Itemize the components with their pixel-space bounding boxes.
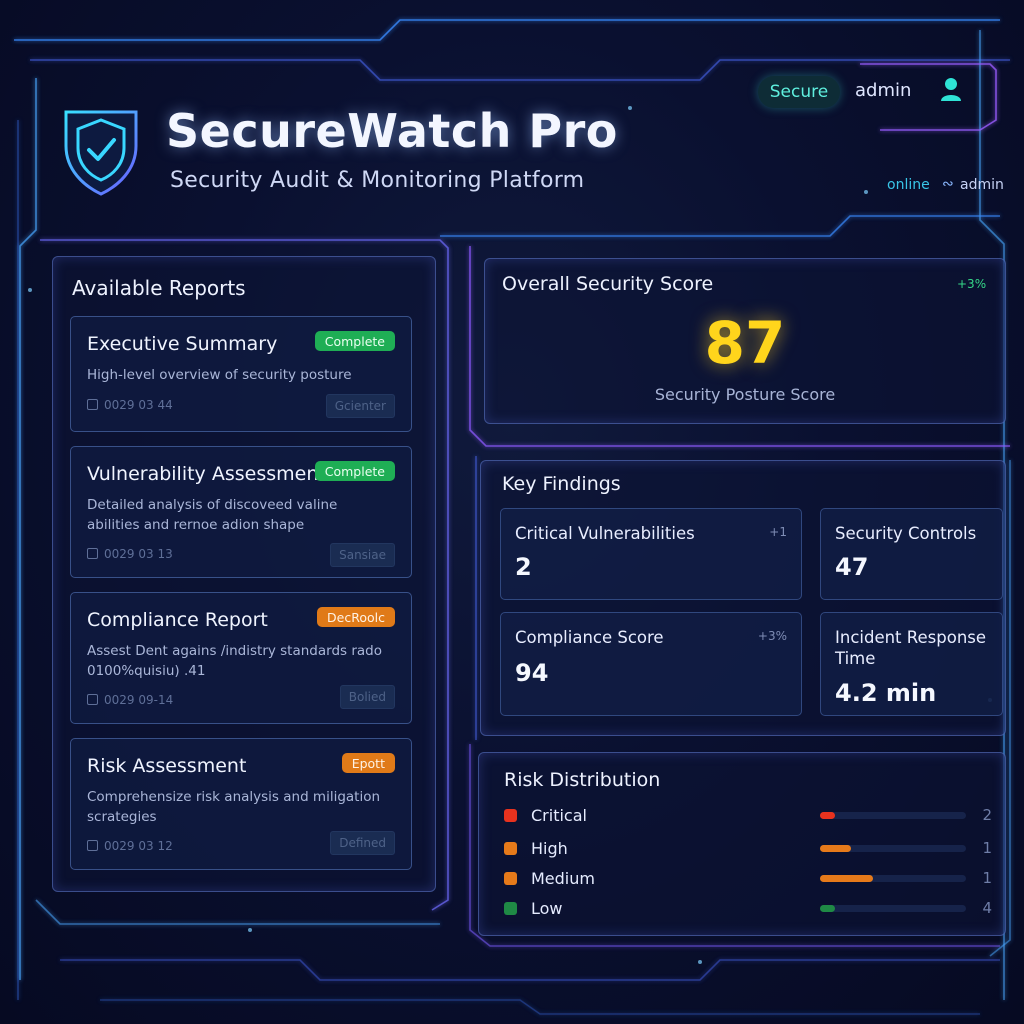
status-user: admin xyxy=(960,177,1004,193)
secure-status-badge: Secure xyxy=(758,76,840,108)
risk-bar-track xyxy=(820,875,966,882)
metric-value: 47 xyxy=(835,553,869,581)
calendar-icon xyxy=(87,694,98,705)
metric-trend: +3% xyxy=(757,629,787,643)
report-title: Executive Summary xyxy=(87,333,278,355)
risk-name: High xyxy=(531,839,568,858)
security-score-value: 87 xyxy=(704,309,786,377)
risk-count: 2 xyxy=(982,806,992,824)
risk-bar-track xyxy=(820,812,966,819)
user-name[interactable]: admin xyxy=(855,80,911,101)
risk-row-low: Low 4 xyxy=(504,898,994,920)
status-badge: Complete xyxy=(314,331,395,351)
risk-bar-fill xyxy=(820,812,835,819)
metric-label: Incident Response Time xyxy=(835,628,987,668)
security-score-label: Security Posture Score xyxy=(654,385,836,404)
report-description: Comprehensize risk analysis and miligati… xyxy=(87,789,381,825)
risk-color-swatch xyxy=(504,872,517,885)
report-action-button[interactable]: Defined xyxy=(330,831,395,855)
status-badge: Epott xyxy=(341,753,395,773)
status-badge: DecRoolc xyxy=(317,607,395,627)
risk-bar-fill xyxy=(820,875,873,882)
risk-row-critical: Critical 2 xyxy=(504,805,994,827)
risk-count: 1 xyxy=(982,839,992,857)
metric-security-controls[interactable]: Security Controls 47 xyxy=(820,508,1003,600)
report-card-vulnerability-assessment[interactable]: Vulnerability Assessment Complete Detail… xyxy=(70,446,412,578)
app-subtitle: Security Audit & Monitoring Platform xyxy=(170,168,585,193)
calendar-icon xyxy=(87,840,98,851)
risk-name: Low xyxy=(531,899,563,918)
user-icon[interactable] xyxy=(940,76,962,102)
risk-bar-fill xyxy=(820,905,835,912)
report-date: 0029 03 12 xyxy=(87,839,173,853)
report-title: Compliance Report xyxy=(87,609,268,631)
shield-check-icon xyxy=(56,98,146,198)
report-date: 0029 09-14 xyxy=(87,693,173,707)
risk-name: Critical xyxy=(531,806,587,825)
report-date: 0029 03 13 xyxy=(87,547,173,561)
status-online: online xyxy=(887,177,930,193)
risk-color-swatch xyxy=(504,842,517,855)
report-title: Risk Assessment xyxy=(87,755,247,777)
status-badge: Complete xyxy=(314,461,395,481)
calendar-icon xyxy=(87,399,98,410)
report-description: Assest Dent agains /indistry standards r… xyxy=(87,643,383,679)
risk-bar-track xyxy=(820,905,966,912)
metric-value: 2 xyxy=(515,553,532,581)
report-description: High-level overview of security posture xyxy=(87,367,352,383)
metric-trend: +1 xyxy=(769,525,787,539)
app-title: SecureWatch Pro xyxy=(166,104,618,158)
risk-bar-track xyxy=(820,845,966,852)
metric-incident-response-time[interactable]: Incident Response Time 4.2 min xyxy=(820,612,1003,716)
risk-bar-fill xyxy=(820,845,851,852)
metric-label: Critical Vulnerabilities xyxy=(515,524,695,543)
metric-value: 94 xyxy=(515,659,549,687)
report-card-risk-assessment[interactable]: Risk Assessment Epott Comprehensize risk… xyxy=(70,738,412,870)
report-description: Detailed analysis of discoveed valine ab… xyxy=(87,497,338,533)
link-icon: ∾ xyxy=(942,176,954,192)
risk-row-high: High 1 xyxy=(504,838,994,860)
report-card-compliance-report[interactable]: Compliance Report DecRoolc Assest Dent a… xyxy=(70,592,412,724)
key-findings-title: Key Findings xyxy=(502,473,621,495)
report-action-button[interactable]: Sansiae xyxy=(330,543,395,567)
metric-label: Security Controls xyxy=(835,524,977,543)
reports-title: Available Reports xyxy=(72,276,246,300)
risk-distribution-title: Risk Distribution xyxy=(504,769,661,791)
risk-color-swatch xyxy=(504,902,517,915)
risk-name: Medium xyxy=(531,869,595,888)
security-score-title: Overall Security Score xyxy=(502,273,714,295)
metric-critical-vulnerabilities[interactable]: Critical Vulnerabilities +1 2 xyxy=(500,508,802,600)
metric-label: Compliance Score xyxy=(515,628,664,647)
report-card-executive-summary[interactable]: Executive Summary Complete High-level ov… xyxy=(70,316,412,432)
metric-compliance-score[interactable]: Compliance Score +3% 94 xyxy=(500,612,802,716)
report-title: Vulnerability Assessment xyxy=(87,463,326,485)
report-date: 0029 03 44 xyxy=(87,398,173,412)
report-action-button[interactable]: Gcienter xyxy=(325,394,395,418)
risk-row-medium: Medium 1 xyxy=(504,868,994,890)
risk-count: 1 xyxy=(982,869,992,887)
metric-value: 4.2 min xyxy=(835,679,937,707)
report-action-button[interactable]: Bolied xyxy=(339,685,395,709)
risk-color-swatch xyxy=(504,809,517,822)
calendar-icon xyxy=(87,548,98,559)
risk-count: 4 xyxy=(982,899,992,917)
score-trend: +3% xyxy=(957,277,987,291)
